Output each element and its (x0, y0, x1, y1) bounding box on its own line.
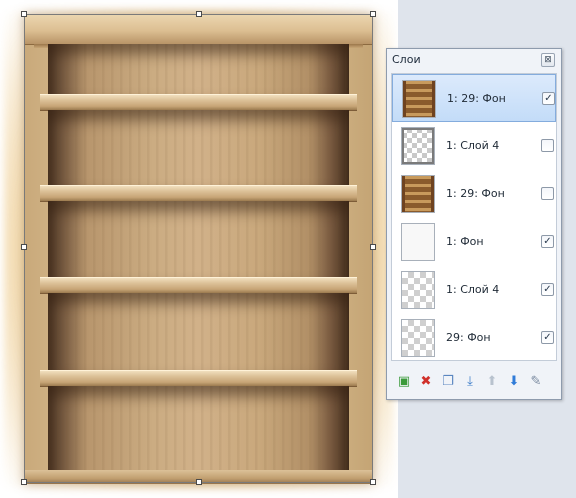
layer-row[interactable]: 1: 29: Фон ✓ (392, 74, 556, 122)
layer-visibility-checkbox[interactable] (541, 139, 554, 152)
move-up-icon[interactable]: ⬆ (483, 373, 501, 391)
layer-name: 1: Слой 4 (446, 139, 500, 152)
layer-row[interactable]: 29: Фон ✓ (392, 314, 556, 362)
layer-visibility-checkbox[interactable]: ✓ (542, 92, 555, 105)
layers-toolbar: ▣ ✖ ❐ ⤓ ⬆ ⬇ ✎ (391, 373, 557, 393)
resize-handle-bottom-right[interactable] (370, 479, 376, 485)
image-canvas[interactable] (0, 0, 398, 498)
layer-thumbnail (402, 80, 436, 118)
layer-thumbnail (401, 175, 435, 213)
resize-handle-top-right[interactable] (370, 11, 376, 17)
layer-name: 1: Слой 4 (446, 283, 500, 296)
layer-row[interactable]: 1: Фон ✓ (392, 218, 556, 266)
resize-handle-top-left[interactable] (21, 11, 27, 17)
panel-title: Слои (392, 53, 421, 66)
delete-layer-icon[interactable]: ✖ (417, 373, 435, 391)
layer-list[interactable]: 1: 29: Фон ✓ 1: Слой 4 1: 29: Фон 1: Фон ✓ 1: … (391, 73, 557, 361)
resize-handle-bottom-left[interactable] (21, 479, 27, 485)
layer-visibility-checkbox[interactable]: ✓ (541, 283, 554, 296)
layer-visibility-checkbox[interactable]: ✓ (541, 331, 554, 344)
layer-name: 1: 29: Фон (447, 92, 506, 105)
duplicate-layer-icon[interactable]: ❐ (439, 373, 457, 391)
selection-box[interactable] (24, 14, 373, 483)
move-down-icon[interactable]: ⬇ (505, 373, 523, 391)
layer-thumbnail (401, 271, 435, 309)
layer-thumbnail (401, 127, 435, 165)
layer-row[interactable]: 1: 29: Фон (392, 170, 556, 218)
add-layer-icon[interactable]: ▣ (395, 373, 413, 391)
layer-name: 1: Фон (446, 235, 484, 248)
resize-handle-left[interactable] (21, 244, 27, 250)
layer-name: 1: 29: Фон (446, 187, 505, 200)
layer-name: 29: Фон (446, 331, 491, 344)
resize-handle-bottom[interactable] (196, 479, 202, 485)
layer-visibility-checkbox[interactable]: ✓ (541, 235, 554, 248)
layer-properties-icon[interactable]: ✎ (527, 373, 545, 391)
layer-thumbnail (401, 223, 435, 261)
layer-visibility-checkbox[interactable] (541, 187, 554, 200)
resize-handle-top[interactable] (196, 11, 202, 17)
layers-panel: Слои ⊠ 1: 29: Фон ✓ 1: Слой 4 1: 29: Фон 1: … (386, 48, 562, 400)
layer-row[interactable]: 1: Слой 4 ✓ (392, 266, 556, 314)
resize-handle-right[interactable] (370, 244, 376, 250)
close-icon[interactable]: ⊠ (541, 53, 555, 67)
layer-row[interactable]: 1: Слой 4 (392, 122, 556, 170)
merge-down-icon[interactable]: ⤓ (461, 373, 479, 391)
layer-thumbnail (401, 319, 435, 357)
